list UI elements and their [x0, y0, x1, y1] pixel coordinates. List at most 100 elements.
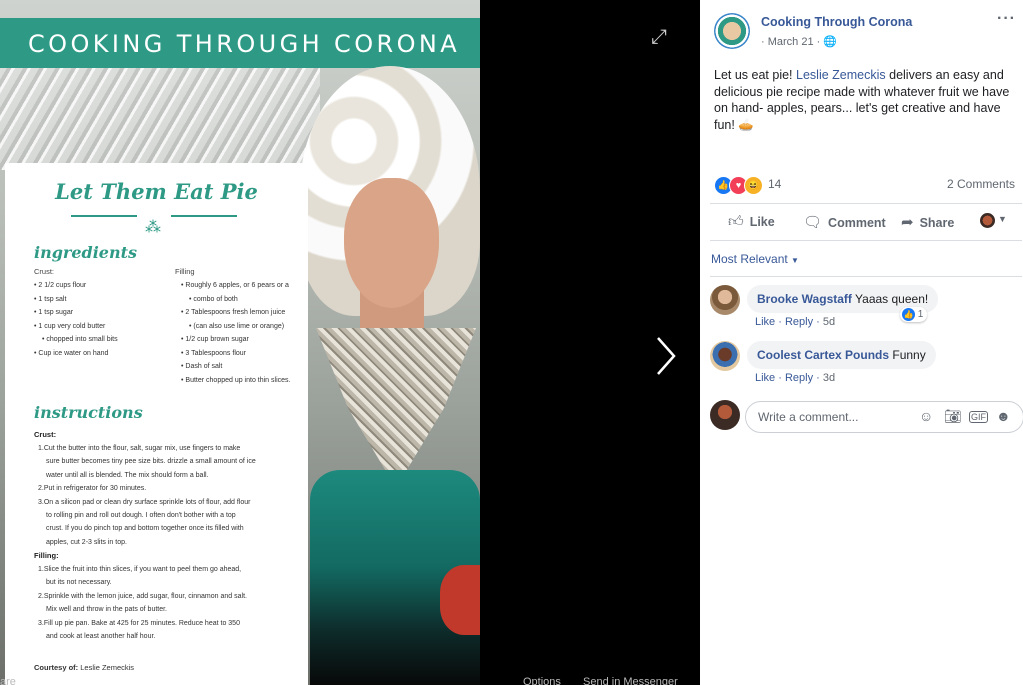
- page-name-link[interactable]: Cooking Through Corona: [761, 15, 912, 29]
- avatar[interactable]: [710, 341, 740, 371]
- list-item: Cup ice water on hand: [34, 347, 164, 361]
- share-button[interactable]: ➦ Share: [901, 213, 954, 231]
- sort-label: Most Relevant: [711, 252, 788, 266]
- comment-input[interactable]: [758, 410, 908, 424]
- share-link-fragment[interactable]: are: [0, 676, 16, 685]
- filling-label: Filling: [175, 267, 195, 276]
- comment-button[interactable]: 🗨 Comment: [803, 213, 886, 231]
- like-button[interactable]: 👍︎ Like: [728, 213, 775, 231]
- comment-author-link[interactable]: Brooke Wagstaff: [757, 292, 852, 306]
- caret-down-icon: ▼: [791, 256, 799, 265]
- post-photo[interactable]: COOKING THROUGH CORONA Let Them Eat Pie …: [0, 0, 480, 685]
- list-item: 2 1/2 cups flour: [34, 279, 164, 293]
- thumbs-up-icon: 👍︎: [728, 213, 744, 230]
- reaction-count[interactable]: 14: [768, 177, 781, 191]
- title-rule-left: [71, 215, 137, 217]
- like-label: Like: [749, 215, 775, 229]
- list-item: Roughly 6 apples, or 6 pears or a: [181, 279, 306, 293]
- filling-steps-list: 1.Slice the fruit into thin slices, if y…: [38, 563, 286, 643]
- comment-actions: Like · Reply · 5d: [755, 316, 836, 328]
- step-line: water until all is blended. The mix shou…: [46, 471, 209, 479]
- comment-like-link[interactable]: Like: [755, 372, 775, 384]
- emoji-icon[interactable]: ☺: [919, 408, 933, 424]
- photo-banner: COOKING THROUGH CORONA: [0, 18, 480, 68]
- courtesy-label: Courtesy of:: [34, 663, 79, 672]
- list-item: Dash of salt: [181, 360, 306, 374]
- sticker-icon[interactable]: ☻: [996, 408, 1011, 424]
- post-text: Let us eat pie! Leslie Zemeckis delivers…: [714, 67, 1014, 133]
- comment-text: Funny: [892, 348, 926, 362]
- mention-link[interactable]: Leslie Zemeckis: [796, 68, 886, 82]
- comment-label: Comment: [828, 216, 886, 230]
- comment-count-link[interactable]: 2 Comments: [947, 177, 1015, 191]
- list-item: 3 Tablespoons flour: [181, 347, 306, 361]
- comment-actions: Like · Reply · 3d: [755, 372, 836, 384]
- crust-ingredients-list: 2 1/2 cups flour 1 tsp salt 1 tsp sugar …: [34, 279, 164, 360]
- banner-title: COOKING THROUGH CORONA: [28, 30, 461, 58]
- post-date[interactable]: March 21: [768, 36, 814, 48]
- ingredients-heading: ingredients: [34, 243, 137, 262]
- globe-icon: 🌐: [823, 36, 838, 48]
- comment-reply-link[interactable]: Reply: [785, 316, 813, 328]
- comment-author-link[interactable]: Coolest Cartex Pounds: [757, 348, 889, 362]
- share-label: Share: [919, 216, 955, 230]
- post-meta-separator: ·: [761, 36, 768, 48]
- photo-viewer: COOKING THROUGH CORONA Let Them Eat Pie …: [0, 0, 700, 685]
- post-text-start: Let us eat pie!: [714, 68, 797, 82]
- recipe-title: Let Them Eat Pie: [55, 179, 258, 204]
- audience-avatar[interactable]: [980, 213, 995, 228]
- crust-steps-list: 1.Cut the butter into the flour, salt, s…: [38, 442, 286, 549]
- comment-age[interactable]: 3d: [823, 372, 835, 384]
- step-line: apples, cut 2-3 slits in top.: [46, 538, 127, 546]
- list-item: combo of both: [181, 293, 306, 307]
- filling-ingredients-list: Roughly 6 apples, or 6 pears or a combo …: [181, 279, 306, 387]
- comment-like-link[interactable]: Like: [755, 316, 775, 328]
- list-item: (can also use lime or orange): [181, 320, 306, 334]
- next-photo-icon[interactable]: [654, 336, 678, 376]
- instructions-heading: instructions: [34, 403, 143, 422]
- more-options-icon[interactable]: ···: [997, 10, 1016, 28]
- step-line: 2.Sprinkle with the lemon juice, add sug…: [38, 592, 247, 600]
- pie-dish-shape: [440, 565, 480, 635]
- like-reaction-icon: 👍: [902, 308, 915, 321]
- avatar[interactable]: [710, 285, 740, 315]
- lace-umbrella-background: [0, 60, 320, 170]
- comment-reply-link[interactable]: Reply: [785, 372, 813, 384]
- gif-icon[interactable]: GIF: [969, 411, 988, 423]
- crust-label: Crust:: [34, 267, 55, 276]
- post-meta: · March 21 · 🌐: [761, 35, 837, 48]
- step-line: but its not necessary.: [46, 579, 112, 587]
- haha-reaction-icon: 😆: [744, 176, 763, 195]
- speech-bubble-icon: 🗨: [803, 214, 823, 231]
- expand-icon[interactable]: ⤢: [651, 26, 667, 49]
- list-item: Butter chopped up into thin slices.: [181, 374, 306, 388]
- options-link[interactable]: Options: [523, 676, 561, 685]
- step-line: to rolling pin and roll out dough. I oft…: [46, 512, 236, 520]
- comment-composer[interactable]: ☺ 📷︎ GIF ☻: [745, 401, 1023, 433]
- comment-sort-dropdown[interactable]: Most Relevant ▼: [711, 252, 799, 266]
- filling-steps-heading: Filling:: [34, 551, 59, 560]
- camera-icon[interactable]: 📷︎: [944, 408, 962, 425]
- face-shape: [344, 178, 439, 308]
- list-item: 1 cup very cold butter: [34, 320, 164, 334]
- share-arrow-icon: ➦: [901, 214, 914, 231]
- step-line: 1.Cut the butter into the flour, salt, s…: [38, 445, 241, 452]
- list-item: 1 tsp salt: [34, 293, 164, 307]
- send-in-messenger-link[interactable]: Send in Messenger: [583, 676, 678, 685]
- comment-reaction-count: 1: [917, 309, 924, 321]
- comment-text: Yaaas queen!: [855, 292, 929, 306]
- post-meta-separator: ·: [813, 36, 824, 48]
- leaf-ornament-icon: ⁂: [145, 219, 161, 236]
- title-rule-right: [171, 215, 237, 217]
- comment-age[interactable]: 5d: [823, 316, 835, 328]
- crust-steps-heading: Crust:: [34, 430, 57, 439]
- page-avatar[interactable]: [714, 13, 750, 49]
- step-line: crust. If you do pinch top and bottom to…: [46, 525, 244, 533]
- step-line: 2.Put in refrigerator for 30 minutes.: [38, 485, 147, 493]
- list-item: 1 tsp sugar: [34, 306, 164, 320]
- comment-reaction-badge[interactable]: 👍 1: [900, 307, 928, 322]
- chevron-down-icon[interactable]: ▼: [998, 214, 1007, 224]
- divider: [710, 240, 1022, 241]
- step-line: and cook at least another half hour.: [46, 633, 156, 641]
- recipe-card: Let Them Eat Pie ⁂ ingredients Crust: 2 …: [5, 163, 308, 685]
